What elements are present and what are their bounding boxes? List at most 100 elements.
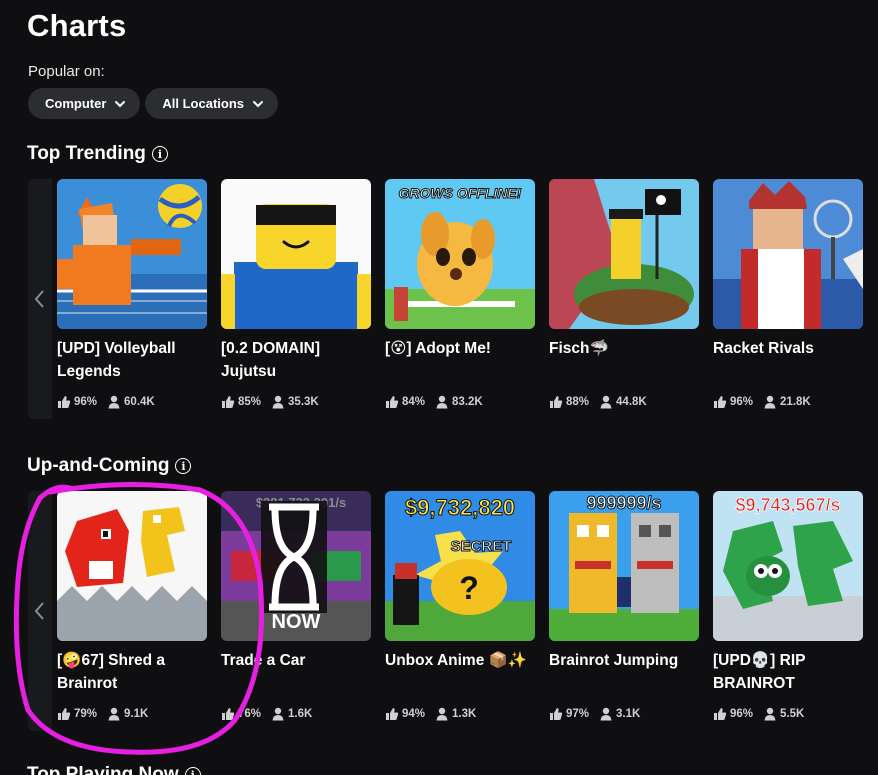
player-count-value: 3.1K: [616, 708, 641, 720]
thumbnail-badge: SECRET: [451, 538, 512, 555]
device-filter-label: Computer: [45, 96, 107, 111]
rating-value: 88%: [566, 396, 590, 408]
top-playing-now-heading[interactable]: Top Playing Now i: [27, 764, 201, 775]
game-title: [0.2 DOMAIN] Jujutsu: [221, 340, 321, 380]
thumbs-up-icon: [58, 708, 71, 720]
game-thumbnail: $281,732,391/s NOW: [221, 491, 371, 641]
thumbnail-text: GROWS OFFLINE!: [399, 185, 522, 201]
chevron-left-icon: [34, 602, 44, 620]
up-and-coming-heading[interactable]: Up-and-Coming i: [27, 455, 192, 477]
thumbs-up-icon: [550, 708, 563, 720]
player-count-icon: [108, 395, 120, 409]
svg-text:?: ?: [459, 570, 479, 606]
game-title: [🤪67] Shred a Brainrot: [57, 652, 166, 692]
game-title: Racket Rivals: [713, 340, 814, 357]
rating-value: 96%: [730, 708, 754, 720]
filter-bar: Computer All Locations: [28, 88, 279, 119]
game-card[interactable]: [UPD] Volleyball Legends 96% 60.4K: [57, 179, 207, 409]
section-title-label: Top Trending: [27, 143, 146, 164]
info-icon[interactable]: i: [175, 458, 192, 474]
top-trending-heading[interactable]: Top Trending i: [27, 143, 168, 165]
game-card[interactable]: [0.2 DOMAIN] Jujutsu 85% 35.3K: [221, 179, 371, 409]
thumbnail-text: 999999/s: [586, 493, 661, 513]
player-count-icon: [436, 395, 448, 409]
carousel-prev-button[interactable]: [28, 491, 52, 731]
thumbs-up-icon: [58, 396, 71, 408]
player-count-value: 21.8K: [780, 396, 811, 408]
game-stats: 96% 5.5K: [713, 707, 814, 721]
game-stats: 76% 1.6K: [221, 707, 322, 721]
popular-on-label: Popular on:: [28, 63, 105, 80]
player-count-value: 44.8K: [616, 396, 647, 408]
carousel-prev-button[interactable]: [28, 179, 52, 419]
section-title-label: Up-and-Coming: [27, 455, 170, 476]
game-card[interactable]: ? SECRET $9,732,820 Unbox Anime 📦✨ 94% 1…: [385, 491, 535, 721]
top-trending-carousel: [UPD] Volleyball Legends 96% 60.4K [0.2 …: [28, 179, 878, 429]
chevron-down-icon: [115, 100, 126, 107]
rating-value: 84%: [402, 396, 426, 408]
thumbs-up-icon: [714, 708, 727, 720]
game-card[interactable]: [🤪67] Shred a Brainrot 79% 9.1K: [57, 491, 207, 721]
thumbs-up-icon: [222, 396, 235, 408]
rating-value: 85%: [238, 396, 262, 408]
game-thumbnail: GROWS OFFLINE!: [385, 179, 535, 329]
info-icon[interactable]: i: [184, 767, 201, 775]
game-stats: 94% 1.3K: [385, 707, 486, 721]
thumbnail-text: $9,732,820: [405, 495, 515, 520]
thumbs-up-icon: [386, 708, 399, 720]
game-stats: 79% 9.1K: [57, 707, 158, 721]
game-card[interactable]: $9,743,567/s [UPD💀] RIP BRAINROT 96% 5.5…: [713, 491, 863, 721]
player-count-icon: [436, 707, 448, 721]
section-title-label: Top Playing Now: [27, 764, 179, 775]
player-count-value: 35.3K: [288, 396, 319, 408]
game-card[interactable]: GROWS OFFLINE! [😵] Adopt Me! 84% 83.2K: [385, 179, 535, 409]
player-count-value: 83.2K: [452, 396, 483, 408]
player-count-icon: [764, 707, 776, 721]
game-title: Trade a Car: [221, 652, 306, 669]
rating-value: 96%: [730, 396, 754, 408]
game-thumbnail: [713, 179, 863, 329]
rating-value: 94%: [402, 708, 426, 720]
player-count-icon: [600, 395, 612, 409]
thumbs-up-icon: [714, 396, 727, 408]
info-icon[interactable]: i: [151, 146, 168, 162]
game-card[interactable]: 999999/s Brainrot Jumping 97% 3.1K: [549, 491, 699, 721]
player-count-icon: [764, 395, 776, 409]
player-count-icon: [108, 707, 120, 721]
player-count-value: 5.5K: [780, 708, 805, 720]
game-thumbnail: [57, 179, 207, 329]
device-filter-dropdown[interactable]: Computer: [28, 88, 141, 119]
game-title: [UPD] Volleyball Legends: [57, 340, 176, 380]
game-thumbnail: [221, 179, 371, 329]
thumbs-up-icon: [550, 396, 563, 408]
game-card[interactable]: $281,732,391/s NOW Trade a Car 76% 1.6K: [221, 491, 371, 721]
game-title: [😵] Adopt Me!: [385, 340, 491, 357]
up-and-coming-carousel: [🤪67] Shred a Brainrot 79% 9.1K $281,732…: [28, 491, 878, 741]
player-count-icon: [600, 707, 612, 721]
thumbs-up-icon: [386, 396, 399, 408]
game-card[interactable]: Racket Rivals 96% 21.8K: [713, 179, 863, 409]
player-count-value: 9.1K: [124, 708, 149, 720]
location-filter-label: All Locations: [162, 96, 245, 111]
rating-value: 97%: [566, 708, 590, 720]
chevron-down-icon: [253, 100, 264, 107]
player-count-icon: [272, 707, 284, 721]
rating-value: 76%: [238, 708, 262, 720]
game-thumbnail: [57, 491, 207, 641]
page-title: Charts: [27, 8, 127, 43]
rating-value: 79%: [74, 708, 98, 720]
game-stats: 84% 83.2K: [385, 395, 493, 409]
game-stats: 97% 3.1K: [549, 707, 650, 721]
thumbnail-text: NOW: [272, 611, 321, 633]
location-filter-dropdown[interactable]: All Locations: [145, 88, 279, 119]
game-card[interactable]: Fisch🦈 88% 44.8K: [549, 179, 699, 409]
game-stats: 88% 44.8K: [549, 395, 657, 409]
game-thumbnail: $9,743,567/s: [713, 491, 863, 641]
game-title: Unbox Anime 📦✨: [385, 652, 528, 669]
thumbnail-text: $9,743,567/s: [735, 495, 840, 515]
game-title: Fisch🦈: [549, 340, 609, 357]
game-title: [UPD💀] RIP BRAINROT: [713, 652, 806, 692]
thumbs-up-icon: [222, 708, 235, 720]
game-thumbnail: ? SECRET $9,732,820: [385, 491, 535, 641]
game-stats: 96% 60.4K: [57, 395, 165, 409]
